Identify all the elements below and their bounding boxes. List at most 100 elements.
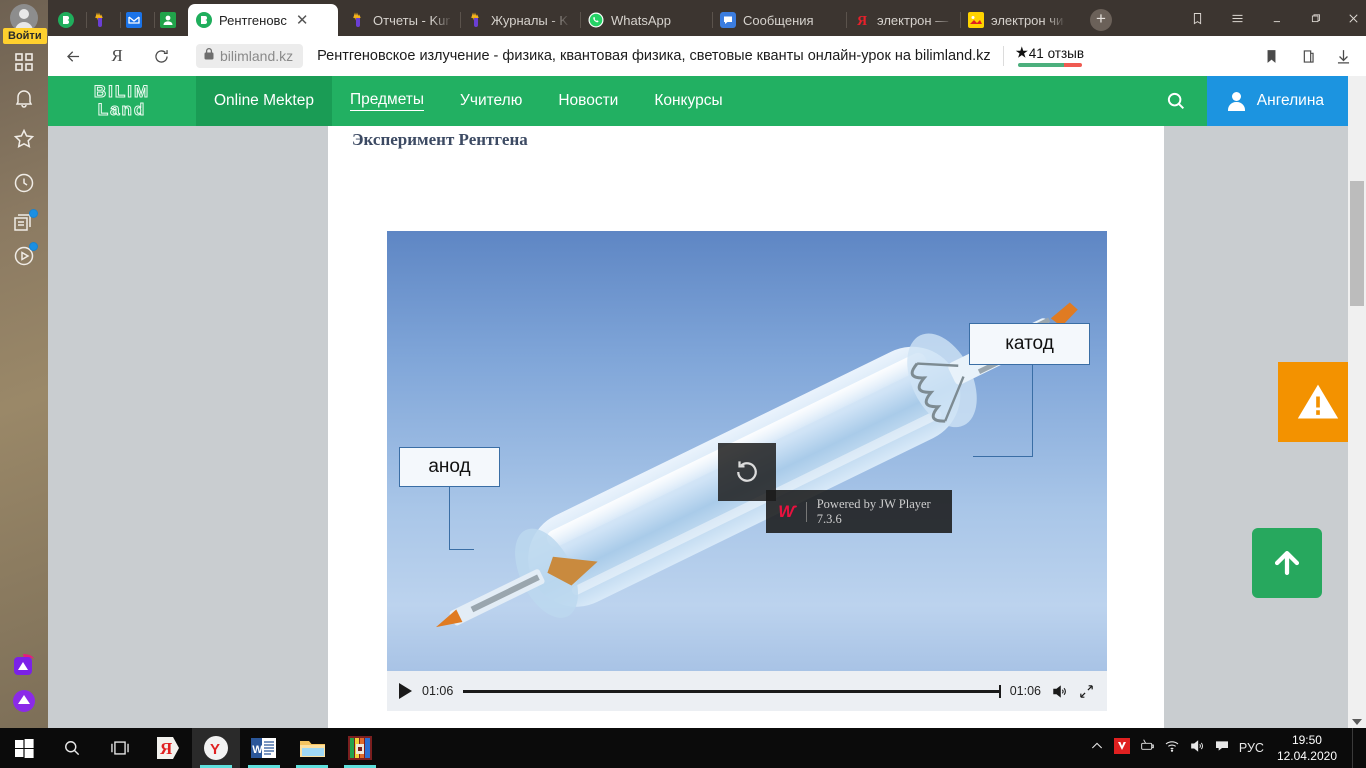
clock[interactable]: 19:50 12.04.2020 <box>1273 732 1337 764</box>
url-host: bilimland.kz <box>220 48 294 64</box>
lock-icon <box>203 47 215 65</box>
scrollbar-down-arrow[interactable] <box>1352 719 1362 725</box>
word-app[interactable]: W <box>240 728 288 768</box>
toolbar-right-actions <box>1254 39 1360 73</box>
tab-otchety[interactable]: Отчеты - Kund <box>342 4 458 36</box>
task-view-button[interactable] <box>96 728 144 768</box>
yandex-y-icon: Y <box>204 736 228 760</box>
maximize-icon[interactable] <box>1304 8 1326 28</box>
nav-item-novosti[interactable]: Новости <box>540 76 636 126</box>
close-icon[interactable]: ✕ <box>296 13 309 28</box>
collections-icon[interactable] <box>1290 39 1324 73</box>
site-identity[interactable]: bilimland.kz <box>196 44 304 68</box>
show-desktop-button[interactable] <box>1352 728 1358 768</box>
battery-icon[interactable] <box>1139 738 1155 759</box>
wifi-icon[interactable] <box>1164 738 1180 759</box>
page-scrollbar[interactable] <box>1348 76 1366 728</box>
images-favicon <box>968 12 984 28</box>
rail-app-icon-2[interactable] <box>11 688 37 714</box>
video-badge <box>29 242 38 251</box>
site-navbar: BILIM Land Online Mektep Предметы Учител… <box>48 76 1348 126</box>
nav-item-konkursy[interactable]: Конкурсы <box>636 76 740 126</box>
svg-text:Я: Я <box>160 739 172 758</box>
tab-zhurnaly[interactable]: Журналы - Ku <box>460 4 576 36</box>
fullscreen-icon[interactable] <box>1078 683 1095 700</box>
clock-time: 19:50 <box>1291 732 1322 747</box>
yandex-ya-icon: Я <box>157 737 179 759</box>
minimize-icon[interactable] <box>1266 8 1288 28</box>
rail-login-button[interactable]: Войти <box>3 28 47 44</box>
collections-icon[interactable] <box>1186 8 1208 28</box>
search-icon[interactable] <box>1145 90 1207 112</box>
download-icon[interactable] <box>1326 39 1360 73</box>
tab-active-rentgen[interactable]: Рентгеновс ✕ <box>188 4 338 36</box>
nav-item-online-mektep[interactable]: Online Mektep <box>196 76 332 126</box>
scrollbar-thumb[interactable] <box>1350 181 1364 306</box>
jw-player-text: Powered by JW Player 7.3.6 <box>816 496 931 526</box>
screen: Войти Рентгеновс ✕ Отчеты - Журналы - Ku… <box>0 0 1366 768</box>
video-player[interactable]: анод катод Ⱳ Powered by JW Player 7.3.6 … <box>387 231 1107 711</box>
address-bar[interactable]: bilimland.kz Рентгеновское излучение - ф… <box>196 41 1286 71</box>
star-icon[interactable] <box>12 127 36 151</box>
scroll-to-top-button[interactable] <box>1252 528 1322 598</box>
user-menu[interactable]: Ангелина <box>1206 76 1348 126</box>
label-anode: анод <box>399 447 500 487</box>
contact-favicon <box>160 12 176 28</box>
browser-window: Рентгеновс ✕ Отчеты - Kund Журналы - Ku <box>48 0 1366 728</box>
site-reviews-badge[interactable]: ★ 41 отзыв <box>1016 45 1084 67</box>
yandex-browser-app[interactable]: Y <box>192 728 240 768</box>
tab-soobscheniya[interactable]: Сообщения <box>712 4 842 36</box>
tab-pinned-bilimland[interactable] <box>52 4 84 36</box>
back-arrow-icon[interactable] <box>56 39 90 73</box>
jw-player-watermark[interactable]: Ⱳ Powered by JW Player 7.3.6 <box>766 490 952 533</box>
nav-item-uchitelyu[interactable]: Учителю <box>442 76 540 126</box>
leader-line-cathode <box>1032 365 1033 457</box>
yandex-app[interactable]: Я <box>144 728 192 768</box>
reviews-ratio-bar <box>1017 63 1082 67</box>
volume-icon[interactable] <box>1189 738 1205 759</box>
tab-pinned-mail[interactable] <box>120 4 152 36</box>
messages-favicon <box>720 12 736 28</box>
bookmark-icon[interactable] <box>1254 39 1288 73</box>
documents-badge <box>29 209 38 218</box>
menu-icon[interactable] <box>1226 8 1248 28</box>
report-problem-button[interactable] <box>1278 362 1358 442</box>
page-title-text: Рентгеновское излучение - физика, кванто… <box>317 48 991 64</box>
explorer-app[interactable] <box>288 728 336 768</box>
search-button[interactable] <box>48 728 96 768</box>
tab-whatsapp[interactable]: WhatsApp <box>580 4 708 36</box>
close-icon[interactable] <box>1342 8 1364 28</box>
new-tab-button[interactable]: + <box>1090 9 1112 31</box>
word-icon: W <box>251 738 276 758</box>
bell-icon[interactable] <box>12 86 36 110</box>
documents-icon[interactable] <box>12 209 38 235</box>
page-viewport: BILIM Land Online Mektep Предметы Учител… <box>48 76 1366 728</box>
bilimland-favicon <box>58 12 74 28</box>
tab-elektron-ya[interactable]: Я электрон — Я <box>846 4 958 36</box>
nav-item-predmety[interactable]: Предметы <box>332 76 442 126</box>
tab-pinned-contact[interactable] <box>154 4 186 36</box>
notification-icon[interactable] <box>1214 738 1230 759</box>
play-icon[interactable] <box>399 683 412 699</box>
rail-app-icon-1[interactable] <box>11 652 37 678</box>
leader-line-anode-h <box>449 549 474 550</box>
tab-pinned-palm[interactable] <box>86 4 118 36</box>
clock-icon[interactable] <box>12 171 36 195</box>
winrar-app[interactable] <box>336 728 384 768</box>
language-indicator[interactable]: РУС <box>1239 741 1264 755</box>
chevron-up-icon[interactable] <box>1089 738 1105 759</box>
nav-label: Учителю <box>460 92 523 109</box>
avira-icon[interactable] <box>1113 737 1130 759</box>
site-logo[interactable]: BILIM Land <box>48 82 196 119</box>
arrow-up-icon <box>1274 550 1300 576</box>
progress-bar[interactable] <box>463 684 1002 698</box>
video-play-icon[interactable] <box>12 242 38 268</box>
nav-label: Online Mektep <box>214 92 314 109</box>
yandex-icon[interactable]: Я <box>100 39 134 73</box>
tab-elektron-images[interactable]: электрон чис <box>960 4 1072 36</box>
start-button[interactable] <box>0 728 48 768</box>
reload-icon[interactable] <box>144 39 178 73</box>
user-name-label: Ангелина <box>1256 92 1324 109</box>
apps-grid-icon[interactable] <box>12 50 36 74</box>
volume-icon[interactable] <box>1051 683 1068 700</box>
